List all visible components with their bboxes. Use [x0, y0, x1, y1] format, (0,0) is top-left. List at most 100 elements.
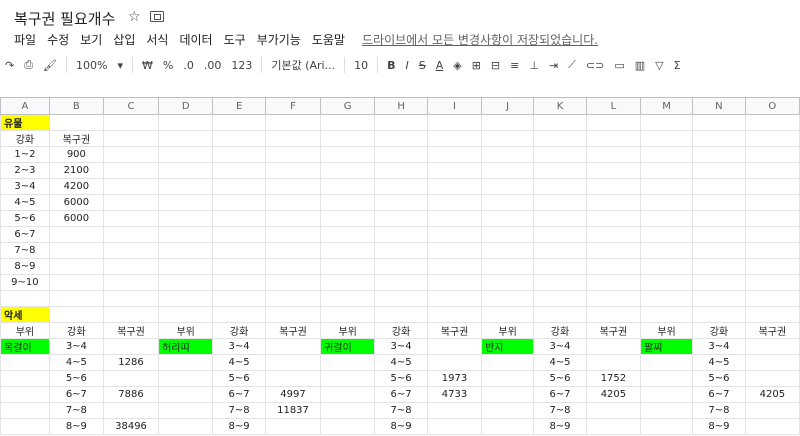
- cell[interactable]: [426, 194, 483, 211]
- cell[interactable]: [481, 386, 535, 403]
- cell[interactable]: 부위: [481, 322, 535, 339]
- decrease-decimal-button[interactable]: .0: [183, 59, 194, 72]
- cell[interactable]: [585, 402, 642, 419]
- cell[interactable]: [481, 354, 535, 371]
- cell[interactable]: [744, 402, 800, 419]
- cell[interactable]: [692, 146, 746, 163]
- cell[interactable]: [264, 274, 322, 291]
- document-title[interactable]: 복구권 필요개수: [14, 8, 115, 29]
- cell[interactable]: [158, 258, 214, 275]
- cell[interactable]: [426, 210, 483, 227]
- cell[interactable]: [585, 306, 642, 323]
- cell[interactable]: 4997: [264, 386, 322, 403]
- cell[interactable]: [48, 290, 104, 307]
- cell[interactable]: [374, 290, 428, 307]
- cell[interactable]: [158, 370, 214, 387]
- cell[interactable]: [374, 226, 428, 243]
- cell[interactable]: [585, 258, 642, 275]
- zoom-select[interactable]: 100%: [76, 59, 107, 72]
- cell[interactable]: [744, 418, 800, 435]
- cell[interactable]: [158, 146, 214, 163]
- rotate-icon[interactable]: ⟋: [568, 58, 576, 72]
- cell[interactable]: [158, 418, 214, 435]
- cell[interactable]: [692, 130, 746, 147]
- cell[interactable]: [426, 418, 483, 435]
- cell[interactable]: 8~9: [212, 418, 266, 435]
- cell[interactable]: [639, 370, 694, 387]
- cell[interactable]: [692, 242, 746, 259]
- cell[interactable]: [0, 386, 50, 403]
- menu-edit[interactable]: 수정: [47, 31, 69, 49]
- cell[interactable]: [744, 226, 800, 243]
- cell[interactable]: [481, 178, 535, 195]
- cell[interactable]: [744, 114, 800, 131]
- cell[interactable]: [374, 274, 428, 291]
- cell[interactable]: 6~7: [0, 226, 50, 243]
- cell[interactable]: [744, 370, 800, 387]
- percent-button[interactable]: %: [163, 59, 173, 72]
- column-header[interactable]: D: [158, 97, 214, 115]
- redo-icon[interactable]: ↷: [5, 59, 14, 72]
- cell[interactable]: [426, 306, 483, 323]
- column-header[interactable]: F: [264, 97, 322, 115]
- cell[interactable]: [692, 258, 746, 275]
- cell[interactable]: 2~3: [0, 162, 50, 179]
- cell[interactable]: [158, 130, 214, 147]
- cell[interactable]: [639, 290, 694, 307]
- cell[interactable]: [102, 178, 160, 195]
- cell[interactable]: [744, 290, 800, 307]
- cell[interactable]: [102, 210, 160, 227]
- fill-color-icon[interactable]: ◈: [453, 59, 461, 72]
- cell[interactable]: [0, 290, 50, 307]
- cell[interactable]: [102, 114, 160, 131]
- cell[interactable]: 7~8: [692, 402, 746, 419]
- cell[interactable]: [481, 114, 535, 131]
- cell[interactable]: [374, 178, 428, 195]
- cell[interactable]: [48, 306, 104, 323]
- cell[interactable]: [0, 370, 50, 387]
- cell[interactable]: 4~5: [48, 354, 104, 371]
- font-size-select[interactable]: 10: [354, 59, 368, 72]
- cell[interactable]: 38496: [102, 418, 160, 435]
- column-header[interactable]: N: [692, 97, 746, 115]
- cell[interactable]: [264, 178, 322, 195]
- cell[interactable]: 1973: [426, 370, 483, 387]
- cell[interactable]: [426, 402, 483, 419]
- cell[interactable]: [320, 210, 376, 227]
- cell[interactable]: 강화: [212, 322, 266, 339]
- cell[interactable]: [585, 338, 642, 355]
- strikethrough-icon[interactable]: S: [419, 59, 426, 72]
- cell[interactable]: [585, 194, 642, 211]
- cell[interactable]: [426, 274, 483, 291]
- cell[interactable]: [481, 226, 535, 243]
- cell[interactable]: 4~5: [374, 354, 428, 371]
- cell[interactable]: [639, 402, 694, 419]
- cell[interactable]: 유물: [0, 114, 50, 131]
- cell[interactable]: [426, 338, 483, 355]
- cell[interactable]: [264, 338, 322, 355]
- currency-button[interactable]: ₩: [142, 59, 153, 72]
- cell[interactable]: [744, 178, 800, 195]
- cell[interactable]: [481, 162, 535, 179]
- cell[interactable]: 8~9: [0, 258, 50, 275]
- cell[interactable]: 4~5: [533, 354, 587, 371]
- cell[interactable]: [212, 210, 266, 227]
- cell[interactable]: [212, 306, 266, 323]
- cell[interactable]: 3~4: [0, 178, 50, 195]
- cell[interactable]: [426, 114, 483, 131]
- cell[interactable]: [744, 130, 800, 147]
- cell[interactable]: 3~4: [374, 338, 428, 355]
- cell[interactable]: 2100: [48, 162, 104, 179]
- cell[interactable]: [585, 210, 642, 227]
- dropdown-icon[interactable]: ▾: [117, 59, 123, 72]
- cell[interactable]: [158, 274, 214, 291]
- cell[interactable]: 6~7: [212, 386, 266, 403]
- column-header[interactable]: E: [212, 97, 266, 115]
- cell[interactable]: [264, 210, 322, 227]
- increase-decimal-button[interactable]: .00: [204, 59, 222, 72]
- cell[interactable]: 복구권: [102, 322, 160, 339]
- cell[interactable]: [158, 290, 214, 307]
- cell[interactable]: 복구권: [264, 322, 322, 339]
- cell[interactable]: [481, 290, 535, 307]
- star-icon[interactable]: ☆: [128, 9, 141, 25]
